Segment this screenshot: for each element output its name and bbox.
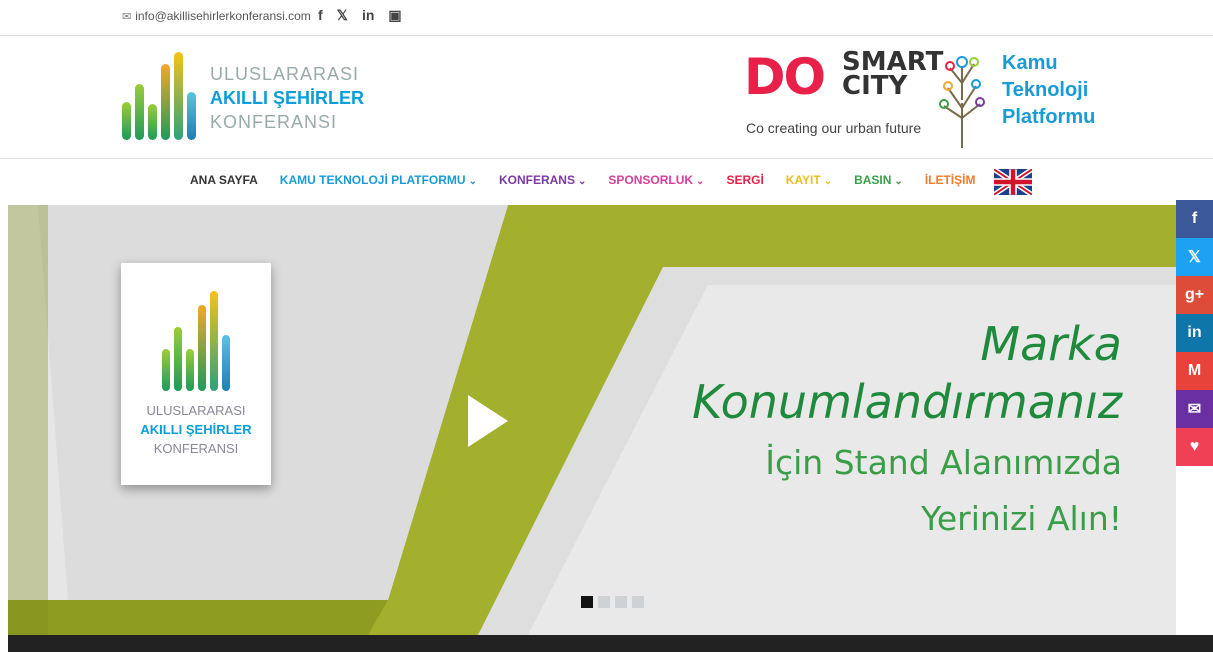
share-sidebar: f 𝕏g+ in M ✉ ♥ [1176,200,1213,466]
logo-line-3: KONFERANSI [210,112,338,132]
contact-email[interactable]: ✉ info@akillisehirlerkonferansi.com [122,9,311,23]
chevron-down-icon: ⌄ [894,176,903,187]
conference-logo[interactable]: ULUSLARARASI AKILLI ŞEHİRLER KONFERANSI [122,50,364,140]
hero-logo-line-2: AKILLI ŞEHİRLER [140,422,252,437]
nav-item-label: BASIN [854,173,892,187]
nav-item-7[interactable]: İLETİŞİM [925,173,976,187]
nav-item-4[interactable]: SERGİ [726,173,763,187]
nav-list: ANA SAYFA KAMU TEKNOLOJİ PLATFORMU ⌄ KONFER… [190,173,997,187]
youtube-icon[interactable]: ▣ [388,7,401,24]
logo-line-2: AKILLI ŞEHİRLER [210,88,365,108]
tree-icon [939,56,985,148]
slide-dot-3[interactable] [615,596,627,608]
twitter-icon[interactable]: 𝕏 [1176,238,1213,276]
email-icon[interactable]: ✉ [1176,390,1213,428]
partner-logo[interactable]: DO SMART CITY Co creating our urban futu… [744,48,1104,148]
nav-item-5[interactable]: KAYIT ⌄ [786,173,832,187]
nav-item-label: İLETİŞİM [924,173,976,187]
top-bar: ✉ info@akillisehirlerkonferansi.com f 𝕏 … [0,0,1213,36]
site-header: ULUSLARARASI AKILLI ŞEHİRLER KONFERANSI … [0,36,1213,158]
nav-item-2[interactable]: KONFERANS ⌄ [499,173,586,187]
slogan-line-3: İçin Stand Alanımızda [765,443,1122,482]
facebook-icon[interactable]: f [318,7,323,24]
nav-item-label: SERGİ [726,173,764,187]
linkedin-icon[interactable]: in [362,7,374,24]
dark-footer-strip [8,635,1213,652]
nav-item-label: KONFERANS [498,173,575,187]
chevron-down-icon: ⌄ [823,176,833,187]
nav-item-3[interactable]: SPONSORLUK ⌄ [608,173,704,187]
google-plus-icon[interactable]: g+ [1176,276,1213,314]
slogan-line-1: Marka [980,317,1122,371]
hero-logo-card: ULUSLARARASI AKILLI ŞEHİRLER KONFERANSI [121,263,271,485]
nav-item-label: KAYIT [785,173,821,187]
nav-item-6[interactable]: BASIN ⌄ [854,173,903,187]
logo-line-1: ULUSLARARASI [210,64,360,84]
slider-pagination [581,596,644,608]
mail-icon: ✉ [122,10,132,23]
partner-tagline: Co creating our urban future [746,120,922,136]
main-nav: ANA SAYFA KAMU TEKNOLOJİ PLATFORMU ⌄ KONFER… [0,158,1213,205]
social-links: f 𝕏 in ▣ [318,7,402,24]
nav-item-1[interactable]: KAMU TEKNOLOJİ PLATFORMU ⌄ [280,173,477,187]
gmail-icon[interactable]: M [1176,352,1213,390]
logo-bars-icon [122,50,196,140]
slogan-line-2: Konumlandırmanız [692,375,1122,429]
chevron-down-icon: ⌄ [577,176,587,187]
hero-slogan: Marka Konumlandırmanız İçin Stand Alanım… [692,315,1122,545]
pocket-icon[interactable]: ♥ [1176,428,1213,466]
play-icon[interactable] [468,395,508,447]
twitter-icon[interactable]: 𝕏 [337,7,348,24]
kamu-teknoloji-text: Kamu Teknoloji Platformu [1002,52,1096,128]
email-text: info@akillisehirlerkonferansi.com [135,9,311,23]
linkedin-icon[interactable]: in [1176,314,1213,352]
slogan-line-4: Yerinizi Alın! [921,499,1122,538]
do-smart-city-mark: DO [744,48,826,106]
hero-logo-line-1: ULUSLARARASI [146,403,246,418]
slide-dot-1[interactable] [581,596,593,608]
slide-dot-2[interactable] [598,596,610,608]
hero-logo-bars-icon [121,287,271,391]
nav-item-label: KAMU TEKNOLOJİ PLATFORMU [279,173,466,187]
facebook-icon[interactable]: f [1176,200,1213,238]
english-flag-icon[interactable] [994,169,1032,195]
chevron-down-icon: ⌄ [468,176,477,187]
nav-item-label: ANA SAYFA [190,173,258,187]
hero-slider[interactable]: ULUSLARARASI AKILLI ŞEHİRLER KONFERANSI … [8,205,1176,635]
nav-item-0[interactable]: ANA SAYFA [190,173,258,187]
smart-city-text: SMART CITY [842,47,944,101]
hero-logo-line-3: KONFERANSI [153,441,239,456]
chevron-down-icon: ⌄ [696,176,705,187]
slide-dot-4[interactable] [632,596,644,608]
nav-item-label: SPONSORLUK [608,173,694,187]
